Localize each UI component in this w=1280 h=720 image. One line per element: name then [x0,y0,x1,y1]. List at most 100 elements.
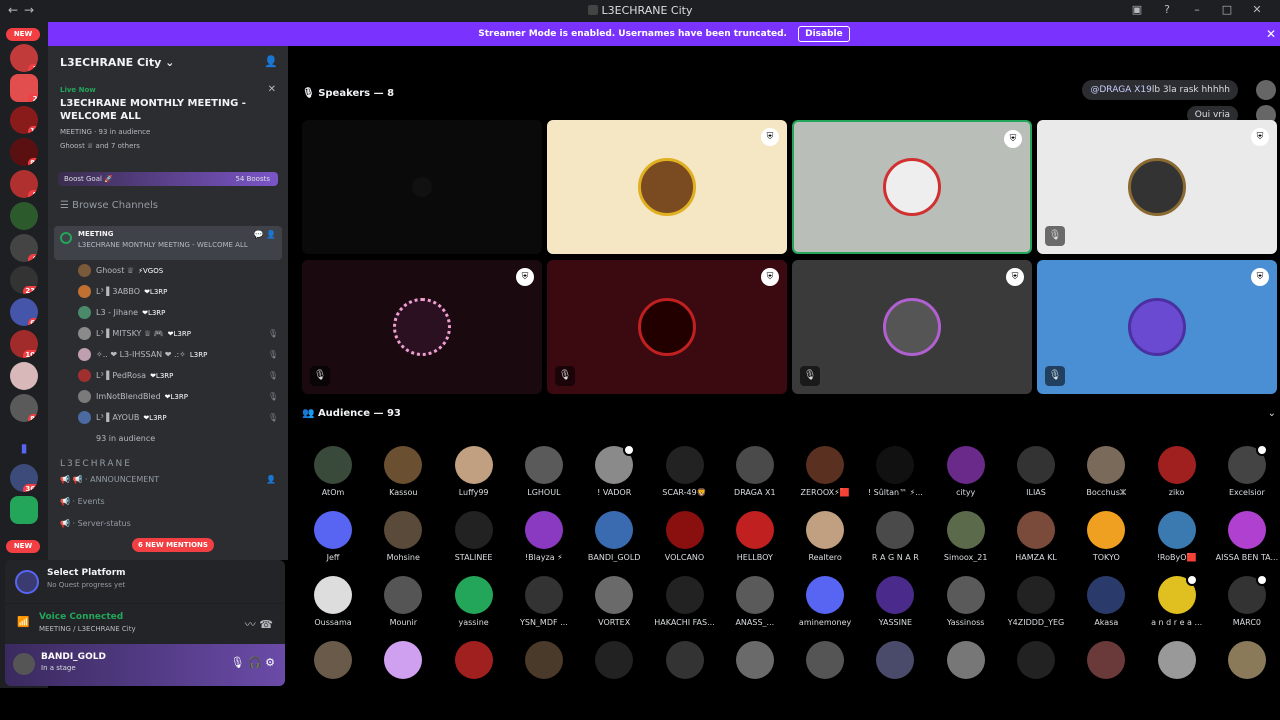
audience-member[interactable]: LGHOUL [511,446,577,508]
voice-user[interactable]: L³ ▌PedRosa ❤L3RP 🎙 [48,365,288,386]
audience-member[interactable]: DRAGA X1 [722,446,788,508]
audience-member[interactable]: STALINEE [441,511,507,573]
audience-member[interactable]: Y4ZIDDD_YEG [1003,576,1069,638]
new-mentions-pill[interactable]: 6 NEW MENTIONS [132,538,214,552]
audience-member[interactable]: HELLBOY [722,511,788,573]
channel-events[interactable]: 📢 · Events [48,491,288,513]
server-icon-2[interactable]: 2 [10,74,38,102]
server-icon-8[interactable]: 231 [10,266,38,294]
live-event-card[interactable]: Live Now L3ECHRANE MONTHLY MEETING - WEL… [54,80,282,168]
audience-member[interactable]: Mounir [370,576,436,638]
audience-count[interactable]: 93 in audience [48,428,288,449]
audience-member[interactable] [862,641,928,703]
speaker-tile[interactable] [302,120,542,254]
audience-member[interactable] [511,641,577,703]
audience-member[interactable]: ZEROOX⚡🟥 [792,446,858,508]
audience-member[interactable] [792,641,858,703]
audience-member[interactable]: VOLCANO [652,511,718,573]
audience-member[interactable]: Luffy99 [441,446,507,508]
server-icon-7[interactable]: 6 [10,234,38,262]
folder-icon[interactable]: ▮ [10,434,38,462]
audience-member[interactable]: ! VADOR [581,444,647,508]
avatar[interactable] [1256,80,1276,100]
speaker-tile[interactable]: ⛨ [792,120,1032,254]
invite-icon[interactable]: 👤 [264,55,278,68]
chat-icon[interactable]: 💬 👤 [254,230,276,239]
inbox-icon[interactable]: ▣ [1122,3,1152,16]
audience-member[interactable]: TOKYO [1073,511,1139,573]
audience-member[interactable] [441,641,507,703]
audience-member[interactable]: Bocchusⵣ [1073,446,1139,508]
quest-panel[interactable]: Select Platform No Quest progress yet [5,560,285,604]
audience-member[interactable]: YASSINE [862,576,928,638]
audience-member[interactable]: Yassinoss [933,576,999,638]
help-icon[interactable]: ? [1152,3,1182,16]
audience-member[interactable]: Simoox_21 [933,511,999,573]
audience-member[interactable]: ! Sûltan™ ⚡... [862,446,928,508]
audience-member[interactable]: !RoByO🟥 [1144,511,1210,573]
close-icon[interactable]: ✕ [1266,22,1276,46]
speaker-tile[interactable]: ⛨ 🎙 [1037,120,1277,254]
server-icon-9[interactable]: 67 [10,298,38,326]
audience-member[interactable]: Akasa [1073,576,1139,638]
audience-member[interactable]: BANDI_GOLD [581,511,647,573]
add-member-icon[interactable]: 👤 [266,469,276,491]
voice-user[interactable]: Ghoost ♕ ⚡VGOS [48,260,288,281]
server-icon-5[interactable]: 8 [10,170,38,198]
audience-member[interactable]: VORTEX [581,576,647,638]
audience-member[interactable]: HAMZA KL [1003,511,1069,573]
browse-channels[interactable]: ☰ Browse Channels [60,200,276,220]
speaker-tile[interactable]: ⛨ 🎙 [547,260,787,394]
maximize-button[interactable]: □ [1212,3,1242,16]
audience-member[interactable]: HAKACHI FAS... [652,576,718,638]
audience-member[interactable]: AISSA BEN TA... [1214,511,1280,573]
voice-user[interactable]: L³ ▌3ABBO ❤L3RP [48,281,288,302]
speaker-tile[interactable]: ⛨ 🎙 [302,260,542,394]
audience-member[interactable]: ziko [1144,446,1210,508]
disable-button[interactable]: Disable [798,26,850,42]
audience-member[interactable]: a n d r e a ... [1144,574,1210,638]
audience-member[interactable]: cityy [933,446,999,508]
speaker-tile[interactable]: ⛨ 🎙 [1037,260,1277,394]
audience-member[interactable]: AtOm [300,446,366,508]
voice-user[interactable]: ✧.. ❤ L3-IHSSAN ❤ .:✧ L3RP 🎙 [48,344,288,365]
close-icon[interactable]: ✕ [268,84,276,95]
settings-icon[interactable]: 🎙 🎧 ⚙ [230,656,275,669]
audience-member[interactable] [652,641,718,703]
server-icon-11[interactable] [10,362,38,390]
new-pill-bottom[interactable]: NEW [6,540,40,553]
audience-member[interactable]: !Blayza ⚡ [511,511,577,573]
audience-member[interactable]: MÃRC0 [1214,574,1280,638]
voice-user[interactable]: L³ ▌AYOUB ❤L3RP 🎙 [48,407,288,428]
server-icon-4[interactable]: 87 [10,138,38,166]
server-icon-1[interactable]: 1 [10,44,38,72]
voice-user[interactable]: L3 - Jihane ❤L3RP [48,302,288,323]
audience-member[interactable] [1073,641,1139,703]
speaker-tile[interactable]: ⛨ [547,120,787,254]
server-icon-13[interactable]: 366 [10,464,38,492]
category-label[interactable]: L3ECHRANE [60,459,288,469]
channel-announcement[interactable]: 📢 📢 · ANNOUNCEMENT 👤 [48,469,288,491]
audience-member[interactable]: Kassou [370,446,436,508]
audience-member[interactable] [581,641,647,703]
audience-member[interactable] [933,641,999,703]
audience-member[interactable]: Realtero [792,511,858,573]
audience-member[interactable]: aminemoney [792,576,858,638]
speaker-tile[interactable]: ⛨ 🎙 [792,260,1032,394]
server-icon-6[interactable] [10,202,38,230]
audience-member[interactable] [722,641,788,703]
new-pill-top[interactable]: NEW [6,28,40,41]
audience-member[interactable]: ANASS_... [722,576,788,638]
server-icon-12[interactable]: 86 [10,394,38,422]
audience-member[interactable]: Jeff [300,511,366,573]
audience-member[interactable]: ILIAS [1003,446,1069,508]
audience-member[interactable]: R A G N A R [862,511,928,573]
minimize-button[interactable]: – [1182,3,1212,16]
audience-member[interactable] [300,641,366,703]
voice-user[interactable]: ImNotBlendBled ❤L3RP 🎙 [48,386,288,407]
chevron-down-icon[interactable]: ⌄ [1268,408,1276,419]
audience-member[interactable] [1003,641,1069,703]
server-icon-10[interactable]: 109 [10,330,38,358]
audience-member[interactable]: SCAR-49🦁 [652,446,718,508]
audience-member[interactable]: Oussama [300,576,366,638]
